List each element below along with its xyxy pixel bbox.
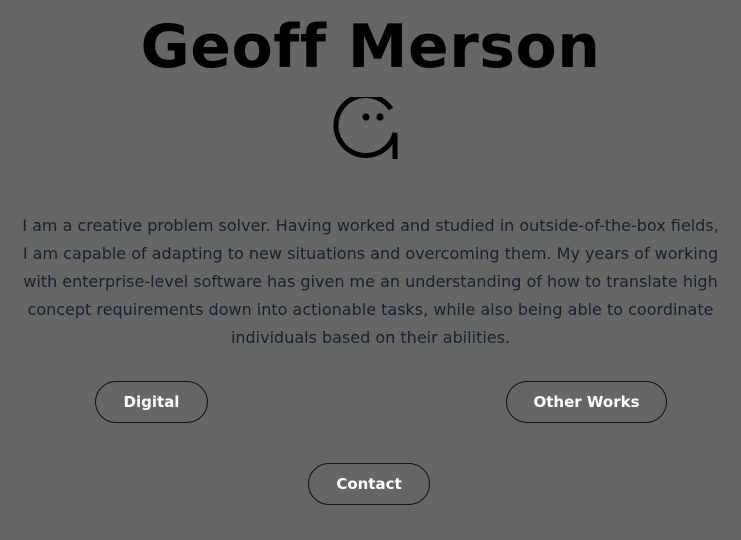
- page-title: Geoff Merson: [140, 12, 601, 82]
- other-works-button[interactable]: Other Works: [506, 381, 667, 423]
- bio-paragraph: I am a creative problem solver. Having w…: [22, 216, 719, 347]
- g-smiley-logo-icon: [333, 97, 398, 159]
- digital-button[interactable]: Digital: [95, 381, 208, 423]
- contact-button[interactable]: Contact: [308, 463, 430, 505]
